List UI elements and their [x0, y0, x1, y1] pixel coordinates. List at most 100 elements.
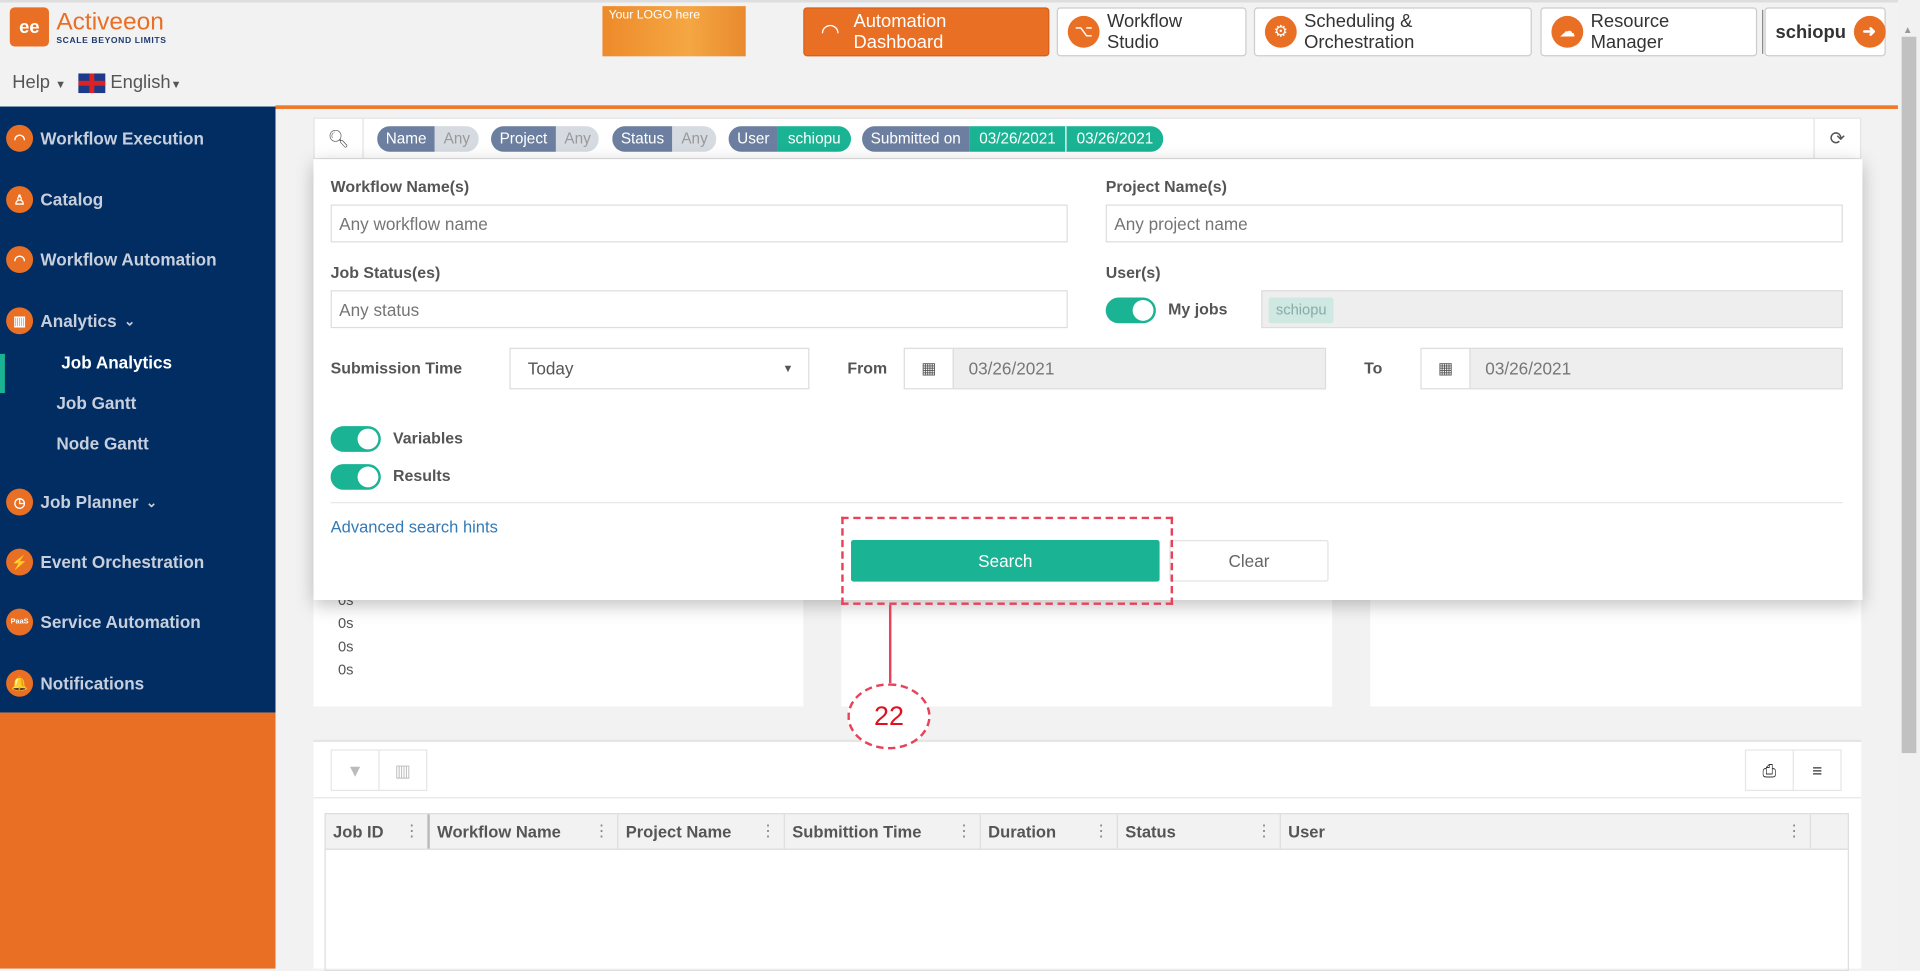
clear-button[interactable]: Clear: [1169, 540, 1329, 582]
sidebar-item-job-gantt[interactable]: Job Gantt: [56, 393, 136, 413]
filter-chip-status[interactable]: Status Any: [612, 126, 717, 152]
help-label: Help: [12, 72, 51, 94]
nav-automation-dashboard[interactable]: ◠ Automation Dashboard: [803, 7, 1050, 57]
my-jobs-toggle[interactable]: [1105, 297, 1156, 324]
project-name-input[interactable]: [1105, 204, 1843, 243]
users-input[interactable]: schiopu: [1261, 290, 1843, 329]
nav-scheduling-orchestration[interactable]: ⚙ Scheduling & Orchestration: [1253, 7, 1532, 57]
filter-chip-submitted[interactable]: Submitted on 03/26/2021 03/26/2021: [862, 126, 1164, 152]
column-header-job-id[interactable]: Job ID ⋮: [326, 814, 430, 849]
column-header-project-name[interactable]: Project Name ⋮: [618, 814, 785, 849]
to-label: To: [1364, 358, 1383, 378]
sidebar-item-service-automation[interactable]: PaaS Service Automation: [6, 608, 201, 636]
logout-arrow-icon: ➜: [1853, 15, 1886, 48]
uk-flag-icon: [78, 73, 106, 94]
calendar-icon[interactable]: ▦: [1420, 347, 1471, 390]
search-icon[interactable]: 🔍︎: [315, 118, 364, 158]
sidebar-item-notifications[interactable]: 🔔 Notifications: [6, 669, 145, 697]
refresh-icon[interactable]: ⟳: [1813, 118, 1860, 158]
column-header-duration[interactable]: Duration ⋮: [981, 814, 1118, 849]
table-body: [324, 849, 1849, 971]
logo-mark-icon: ee: [9, 7, 49, 47]
my-jobs-label: My jobs: [1168, 300, 1228, 319]
column-menu-icon[interactable]: ⋮: [1093, 822, 1110, 842]
chip-key: User: [728, 126, 779, 152]
from-date-input[interactable]: 03/26/2021: [952, 347, 1327, 390]
column-menu-icon[interactable]: ⋮: [1256, 822, 1273, 842]
nav-workflow-studio[interactable]: ⌥ Workflow Studio: [1056, 7, 1247, 57]
sidebar-item-job-planner[interactable]: ◷ Job Planner ⌄: [6, 488, 157, 516]
chip-value: Any: [435, 126, 479, 152]
divider: [313, 797, 1862, 799]
filter-chip-name[interactable]: Name Any: [377, 126, 479, 152]
users-label: User(s): [1105, 263, 1161, 282]
help-menu[interactable]: Help ▼: [12, 72, 66, 93]
sidebar-item-node-gantt[interactable]: Node Gantt: [56, 433, 148, 453]
column-header-status[interactable]: Status ⋮: [1118, 814, 1281, 849]
gauge-icon: ◠: [820, 18, 840, 44]
sidebar-label: Event Orchestration: [40, 552, 205, 572]
language-menu[interactable]: English▼: [78, 72, 182, 94]
variables-toggle[interactable]: [330, 426, 381, 452]
sidebar-item-workflow-automation[interactable]: ◠ Workflow Automation: [6, 246, 217, 274]
logout-button[interactable]: schiopu ➜: [1764, 7, 1886, 57]
calendar-icon[interactable]: ▦: [903, 347, 954, 390]
advanced-search-hints-link[interactable]: Advanced search hints: [331, 518, 498, 536]
to-date-input[interactable]: 03/26/2021: [1469, 347, 1843, 390]
column-menu-icon[interactable]: ⋮: [403, 822, 420, 842]
gears-icon: ⚙: [1264, 15, 1297, 48]
column-label: User: [1288, 822, 1325, 841]
page-scrollbar[interactable]: ▲: [1897, 0, 1920, 969]
column-menu-icon[interactable]: ⋮: [956, 822, 973, 842]
sidebar-label: Service Automation: [40, 612, 201, 632]
results-toggle[interactable]: [330, 464, 381, 490]
column-label: Duration: [988, 822, 1057, 841]
workflow-icon: ⌥: [1067, 15, 1100, 48]
scroll-up-icon[interactable]: ▲: [1903, 24, 1913, 35]
filter-icon[interactable]: ▼: [330, 749, 380, 792]
activeeon-logo[interactable]: ee Activeeon SCALE BEYOND LIMITS: [9, 6, 194, 48]
submission-time-select[interactable]: Today ▼: [509, 347, 810, 390]
caret-down-icon: ▼: [782, 362, 794, 375]
column-label: Workflow Name: [437, 822, 561, 841]
gauge-icon: ◠: [6, 124, 34, 152]
export-csv-icon[interactable]: ⎙: [1744, 749, 1794, 792]
menu-icon[interactable]: ≡: [1792, 749, 1842, 792]
jobs-table-panel: ▼ ▥ ⎙ ≡ Job ID ⋮ Workflow Name ⋮ Project N…: [313, 739, 1862, 971]
column-menu-icon[interactable]: ⋮: [1786, 822, 1803, 842]
chart-icon: ▥: [6, 307, 34, 335]
tick-label: 0s: [337, 661, 354, 679]
select-value: Today: [527, 358, 574, 379]
filter-chip-user[interactable]: User schiopu: [728, 126, 851, 152]
sidebar-item-catalog[interactable]: ♙ Catalog: [6, 186, 103, 214]
scrollbar-thumb[interactable]: [1901, 36, 1917, 754]
divider: [330, 502, 1843, 504]
nav-label: Automation Dashboard: [853, 11, 947, 53]
sidebar-item-job-analytics[interactable]: Job Analytics: [61, 353, 172, 373]
sidebar-item-analytics[interactable]: ▥ Analytics ⌄: [6, 307, 135, 335]
column-menu-icon[interactable]: ⋮: [593, 822, 610, 842]
annotation-badge: 22: [847, 683, 931, 750]
sidebar-label: Notifications: [40, 673, 145, 694]
column-header-user[interactable]: User ⋮: [1281, 814, 1812, 849]
tick-label: 0s: [337, 614, 354, 632]
clear-filter-icon[interactable]: ▥: [378, 749, 428, 792]
column-label: Job ID: [333, 822, 384, 841]
caret-down-icon: ▼: [55, 78, 67, 91]
filter-chip-project[interactable]: Project Any: [491, 126, 600, 152]
nav-label: Workflow Studio: [1106, 11, 1183, 53]
sidebar-item-workflow-execution[interactable]: ◠ Workflow Execution: [6, 124, 204, 152]
caret-down-icon: ▼: [170, 78, 182, 91]
header-menus: Help ▼ English▼: [12, 72, 182, 94]
column-header-workflow-name[interactable]: Workflow Name ⋮: [430, 814, 619, 849]
chip-key: Submitted on: [862, 126, 970, 152]
job-status-label: Job Status(es): [330, 263, 441, 282]
job-status-input[interactable]: [330, 290, 1068, 329]
workflow-name-input[interactable]: [330, 204, 1068, 243]
sidebar-item-event-orchestration[interactable]: ⚡ Event Orchestration: [6, 548, 205, 576]
top-border: [0, 0, 1920, 3]
column-menu-icon[interactable]: ⋮: [760, 822, 777, 842]
app: ee Activeeon SCALE BEYOND LIMITS Help ▼ …: [0, 0, 1920, 971]
nav-resource-manager[interactable]: ☁ Resource Manager: [1540, 7, 1758, 57]
column-header-submission-time[interactable]: Submittion Time ⋮: [785, 814, 981, 849]
